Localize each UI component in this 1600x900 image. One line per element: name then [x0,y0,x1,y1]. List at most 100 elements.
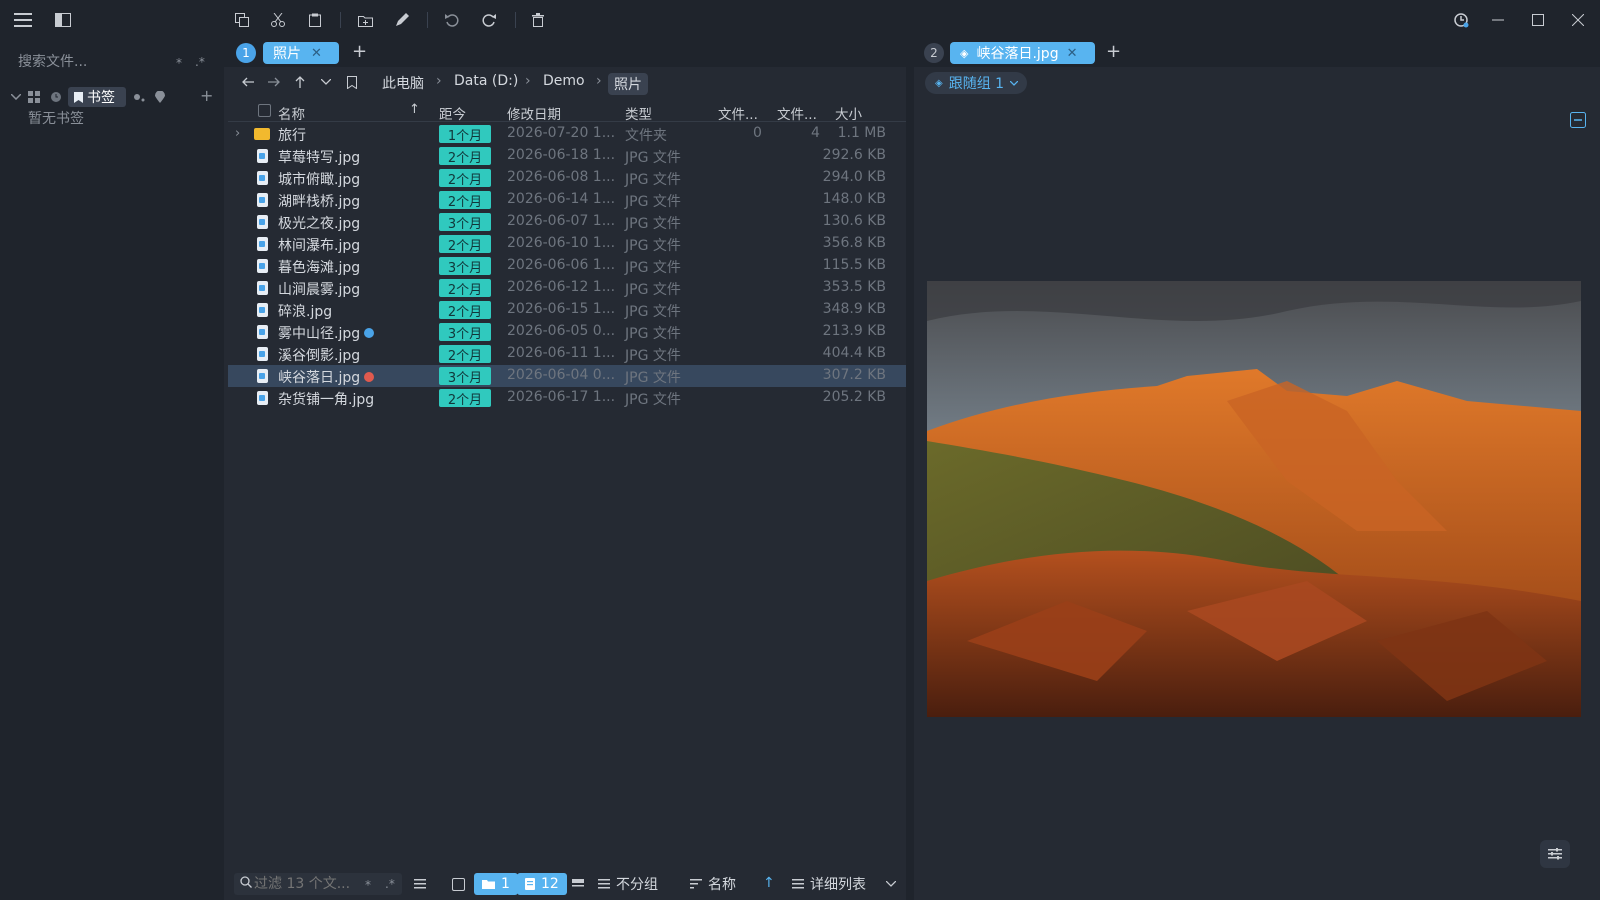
file-row[interactable]: 山涧晨雾.jpg 2个月 2026-06-12 1... JPG 文件 353.5 KB [228,277,906,299]
file-row[interactable]: 湖畔栈桥.jpg 2个月 2026-06-14 1... JPG 文件 148.0 KB [228,189,906,211]
file-row[interactable]: 杂货铺一角.jpg 2个月 2026-06-17 1... JPG 文件 205.2 K… [228,387,906,409]
file-name: 湖畔栈桥.jpg [278,194,361,210]
breadcrumb-this-pc[interactable]: 此电脑 [382,73,424,93]
file-name: 草莓特写.jpg [278,150,361,166]
filter-options-icon[interactable] [412,876,428,892]
follow-group-dropdown[interactable]: ◈ 跟随组 1 [925,72,1027,94]
expand-chevron-icon[interactable]: › [235,126,240,141]
new-folder-icon[interactable] [355,10,375,30]
regex-toggle[interactable]: .* [195,55,205,69]
column-header-files-2[interactable]: 文件... [777,103,817,123]
up-icon[interactable] [292,74,308,90]
minimize-icon[interactable] [1488,10,1508,30]
close-tab-icon[interactable]: ✕ [311,46,322,61]
file-size: 404.4 KB [822,345,886,361]
file-size: 294.0 KB [822,169,886,185]
file-row[interactable]: 溪谷倒影.jpg 2个月 2026-06-11 1... JPG 文件 404.4 KB [228,343,906,365]
file-row[interactable]: 草莓特写.jpg 2个月 2026-06-18 1... JPG 文件 292.6 KB [228,145,906,167]
preview-toggle-icon[interactable] [570,876,586,892]
folder-row[interactable]: › 旅行 1个月 2026-07-20 1... 文件夹 0 4 1.1 MB [228,123,906,145]
close-tab-icon[interactable]: ✕ [1067,46,1078,61]
delete-icon[interactable] [528,10,548,30]
select-all-checkbox[interactable] [258,104,271,117]
age-badge: 2个月 [439,279,491,298]
quick-access-icon[interactable] [27,90,41,104]
column-header-files-1[interactable]: 文件... [718,103,758,123]
image-file-icon [257,303,268,317]
recent-icon[interactable] [49,90,63,104]
modified-date: 2026-06-10 1... [507,235,616,251]
column-header-name[interactable]: 名称 [278,103,305,123]
group-by-button[interactable]: 不分组 [598,873,658,895]
add-bookmark-button[interactable]: + [200,86,213,105]
chevron-down-icon[interactable] [884,876,898,892]
history-icon[interactable] [1450,10,1472,30]
glob-toggle[interactable]: * [176,56,182,70]
new-tab-button[interactable]: + [1106,41,1121,62]
column-header-modified[interactable]: 修改日期 [507,103,561,123]
toolbar-divider [340,12,341,28]
file-size: 348.9 KB [822,301,886,317]
bookmarks-tab[interactable]: 书签 [68,87,126,107]
modified-date: 2026-07-20 1... [507,125,616,141]
search-files-input[interactable] [18,52,178,72]
adjust-settings-icon[interactable] [1540,840,1570,868]
column-header-type[interactable]: 类型 [625,103,652,123]
file-size: 115.5 KB [822,257,886,273]
chevron-down-icon[interactable] [10,90,22,104]
close-window-icon[interactable] [1568,10,1588,30]
column-header-size[interactable]: 大小 [835,103,862,123]
file-name: 暮色海滩.jpg [278,260,361,276]
tab-preview-file[interactable]: ◈ 峡谷落日.jpg ✕ [950,42,1095,64]
age-badge: 3个月 [439,213,491,232]
forward-icon[interactable] [266,74,282,90]
file-row[interactable]: 城市俯瞰.jpg 2个月 2026-06-08 1... JPG 文件 294.0 KB [228,167,906,189]
file-row[interactable]: 峡谷落日.jpg 3个月 2026-06-04 0... JPG 文件 307.2 KB [228,365,906,387]
cut-icon[interactable] [268,10,288,30]
toolbar-divider [427,12,428,28]
undo-icon[interactable] [442,10,462,30]
file-row[interactable]: 碎浪.jpg 2个月 2026-06-15 1... JPG 文件 348.9 KB [228,299,906,321]
column-header-age[interactable]: 距今 [439,103,466,123]
file-count-chip[interactable]: 12 [517,873,567,895]
select-mode-checkbox[interactable] [452,878,465,891]
tab-photos[interactable]: 照片 ✕ [263,42,339,64]
sort-direction-icon[interactable]: ↑ [763,875,775,891]
breadcrumb-separator: › [525,73,531,89]
new-tab-button[interactable]: + [352,41,367,62]
copy-icon[interactable] [232,10,252,30]
filter-glob-toggle[interactable]: * [365,878,371,892]
age-badge: 3个月 [439,323,491,342]
location-pin-icon[interactable] [153,90,167,104]
menu-icon[interactable] [12,10,34,30]
collapse-panel-icon[interactable] [1567,110,1589,130]
age-badge: 2个月 [439,147,491,166]
modified-date: 2026-06-05 0... [507,323,616,339]
sort-by-button[interactable]: 名称 [690,873,736,895]
redo-icon[interactable] [479,10,499,30]
filter-input[interactable] [254,874,359,894]
folder-count-chip[interactable]: 1 [474,873,518,895]
file-row[interactable]: 林间瀑布.jpg 2个月 2026-06-10 1... JPG 文件 356.8 KB [228,233,906,255]
rename-icon[interactable] [392,10,412,30]
file-type: JPG 文件 [625,348,681,364]
breadcrumb-demo[interactable]: Demo [543,73,585,89]
file-row[interactable]: 极光之夜.jpg 3个月 2026-06-07 1... JPG 文件 130.6 KB [228,211,906,233]
chevron-down-icon [1010,80,1019,86]
breadcrumb-photos[interactable]: 照片 [608,73,648,95]
maximize-icon[interactable] [1528,10,1548,30]
bookmark-outline-icon[interactable] [344,74,360,90]
paste-icon[interactable] [305,10,325,30]
breadcrumb-drive[interactable]: Data (D:) [454,73,518,89]
view-mode-button[interactable]: 详细列表 [792,873,866,895]
file-size: 205.2 KB [822,389,886,405]
toggle-sidebar-icon[interactable] [52,10,74,30]
bookmark-icon [74,91,83,103]
history-dropdown-icon[interactable] [318,74,334,90]
file-row[interactable]: 暮色海滩.jpg 3个月 2026-06-06 1... JPG 文件 115.5 KB [228,255,906,277]
filter-regex-toggle[interactable]: .* [385,877,395,891]
back-icon[interactable] [240,74,256,90]
file-row[interactable]: 雾中山径.jpg 3个月 2026-06-05 0... JPG 文件 213.9 KB [228,321,906,343]
tags-icon[interactable] [132,90,146,104]
age-badge: 1个月 [439,125,491,144]
